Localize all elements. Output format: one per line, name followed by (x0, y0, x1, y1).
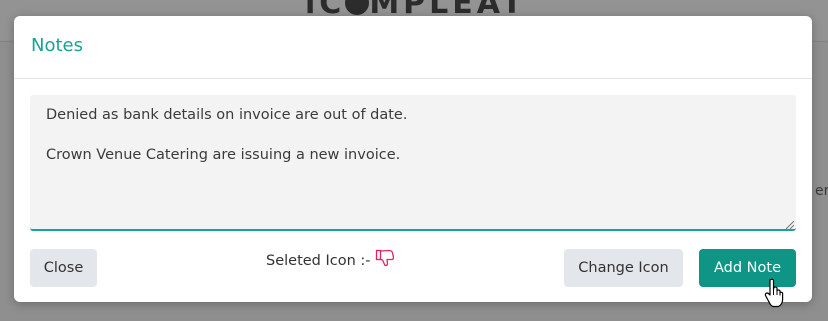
change-icon-button[interactable]: Change Icon (564, 249, 683, 287)
modal-title: Notes (31, 35, 83, 56)
notes-textarea[interactable]: Denied as bank details on invoice are ou… (30, 95, 796, 231)
selected-icon-indicator: Seleted Icon :- (266, 249, 395, 270)
thumbs-down-icon (375, 249, 394, 267)
notes-modal: Notes Denied as bank details on invoice … (14, 16, 812, 302)
selected-icon-label: Seleted Icon :- (266, 253, 371, 269)
close-button[interactable]: Close (30, 249, 97, 287)
resize-grip-icon[interactable] (786, 221, 794, 229)
modal-header: Notes (14, 16, 812, 79)
background-text-fragment: er (815, 183, 828, 199)
hand-cursor-icon (764, 278, 784, 308)
